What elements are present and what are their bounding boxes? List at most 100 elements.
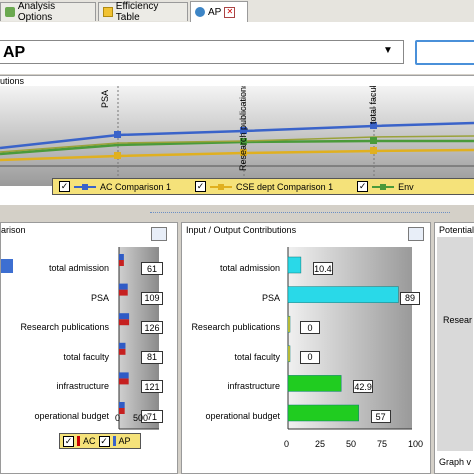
bar-ap xyxy=(119,372,129,379)
category-label: total faculty xyxy=(63,351,109,362)
plot-background xyxy=(288,247,412,429)
legend-swatch-icon xyxy=(112,436,116,446)
category-label: total admission xyxy=(48,263,109,273)
bar-ap xyxy=(119,254,124,260)
row-label: Resear xyxy=(443,315,473,325)
panel-title: Potential xyxy=(439,225,474,235)
bar-ap xyxy=(119,313,130,320)
axis-tick: 75 xyxy=(377,439,388,449)
maximize-icon[interactable] xyxy=(151,227,167,241)
point-cse xyxy=(370,147,377,154)
legend-label: AP xyxy=(118,436,131,446)
tab-bar: Analysis Options Efficiency Table AP ✕ xyxy=(0,0,474,23)
close-icon[interactable]: ✕ xyxy=(224,6,236,18)
panel-title: Input / Output Contributions xyxy=(186,225,297,235)
bar-ac xyxy=(119,289,128,296)
checkbox[interactable]: ✓ xyxy=(59,181,70,192)
point-env xyxy=(370,137,377,144)
panel-title: arison xyxy=(1,225,26,235)
value-label: 81 xyxy=(141,350,163,364)
bar xyxy=(287,345,291,363)
category-label: operational budget xyxy=(205,411,280,421)
tab-label: AP xyxy=(208,6,222,18)
checkbox[interactable]: ✓ xyxy=(63,435,74,447)
selected-row-marker xyxy=(1,259,13,273)
unit-select-value: AP xyxy=(3,44,26,61)
axis-tick: 500 xyxy=(133,413,149,423)
bar xyxy=(287,286,399,303)
checkbox[interactable]: ✓ xyxy=(195,181,207,192)
value-label: 109 xyxy=(141,291,163,305)
point-label-research: Research publications xyxy=(238,86,248,171)
legend-swatch-icon xyxy=(74,183,96,190)
value-label: 0 xyxy=(300,321,320,335)
point-ac xyxy=(114,131,121,138)
legend-item-ac[interactable]: ✓ AC Comparison 1 xyxy=(59,181,171,192)
value-label: 10.4 xyxy=(312,262,333,275)
io-plot xyxy=(287,247,412,430)
value-label: 57 xyxy=(370,410,391,423)
value-label: 61 xyxy=(141,262,163,275)
bar-ac xyxy=(119,348,126,355)
line-chart: PSA Research publications total faculty xyxy=(0,86,474,186)
legend-item-env[interactable]: ✓ Env xyxy=(357,181,414,192)
category-label: infrastructure xyxy=(227,381,280,392)
bar xyxy=(287,404,359,422)
tab-analysis-options[interactable]: Analysis Options xyxy=(0,1,96,23)
category-label: PSA xyxy=(261,292,280,303)
axis-tick: 0 xyxy=(284,439,290,449)
panel-title: utions xyxy=(0,76,25,86)
action-button[interactable] xyxy=(415,40,474,65)
value-label: 0 xyxy=(300,350,320,364)
maximize-icon[interactable] xyxy=(408,227,424,241)
value-label: 126 xyxy=(141,321,163,335)
legend-swatch-icon xyxy=(210,183,233,190)
category-label: infrastructure xyxy=(56,381,109,392)
legend-swatch-icon xyxy=(77,436,80,446)
line-chart-legend: ✓ AC Comparison 1 ✓ CSE dept Comparison … xyxy=(52,178,474,195)
checkbox[interactable]: ✓ xyxy=(357,181,369,192)
potential-plot xyxy=(437,237,473,451)
point-cse xyxy=(114,152,121,159)
legend-label: Env xyxy=(398,181,414,192)
value-label: 42.9 xyxy=(353,380,374,394)
point-label-psa: PSA xyxy=(100,90,110,108)
options-icon xyxy=(5,7,15,17)
legend-label: AC Comparison 1 xyxy=(100,181,172,192)
splitter-handle[interactable] xyxy=(150,212,450,219)
value-label: 89 xyxy=(400,291,420,305)
graph-view-label: Graph v xyxy=(439,457,472,467)
axis-tick: 0 xyxy=(115,413,121,423)
comparison-legend: ✓ AC ✓ AP xyxy=(59,433,141,449)
tab-efficiency-table[interactable]: Efficiency Table xyxy=(98,1,188,23)
legend-swatch-icon xyxy=(372,183,395,190)
checkbox[interactable]: ✓ xyxy=(98,435,110,447)
chart-icon xyxy=(195,7,205,17)
axis-tick: 100 xyxy=(408,439,424,449)
potential-panel: Potential Resear Graph v xyxy=(434,222,474,474)
comparison-plot xyxy=(118,247,159,430)
category-label: operational budget xyxy=(34,411,109,421)
unit-select[interactable]: AP ▼ xyxy=(0,40,404,64)
bar-ac xyxy=(119,378,129,385)
bar-ac xyxy=(119,319,130,326)
bar-ac xyxy=(119,260,124,266)
legend-label: AC xyxy=(83,436,96,446)
value-label: 121 xyxy=(141,380,163,394)
bar-ap xyxy=(119,283,128,290)
legend-item-cse[interactable]: ✓ CSE dept Comparison 1 xyxy=(195,181,333,192)
bar-ap xyxy=(119,342,126,349)
category-label: Research publications xyxy=(191,322,280,333)
bar xyxy=(287,256,302,274)
tab-ap[interactable]: AP ✕ xyxy=(190,1,248,22)
category-label: total admission xyxy=(219,263,280,273)
legend-label: CSE dept Comparison 1 xyxy=(236,181,334,192)
axis-tick: 50 xyxy=(346,439,357,449)
category-label: PSA xyxy=(90,292,109,303)
bar xyxy=(287,375,342,392)
bar-ap xyxy=(119,402,125,408)
axis-tick: 25 xyxy=(315,439,326,449)
category-label: Research publications xyxy=(20,322,109,333)
chevron-down-icon[interactable]: ▼ xyxy=(383,45,393,56)
table-icon xyxy=(103,7,113,17)
